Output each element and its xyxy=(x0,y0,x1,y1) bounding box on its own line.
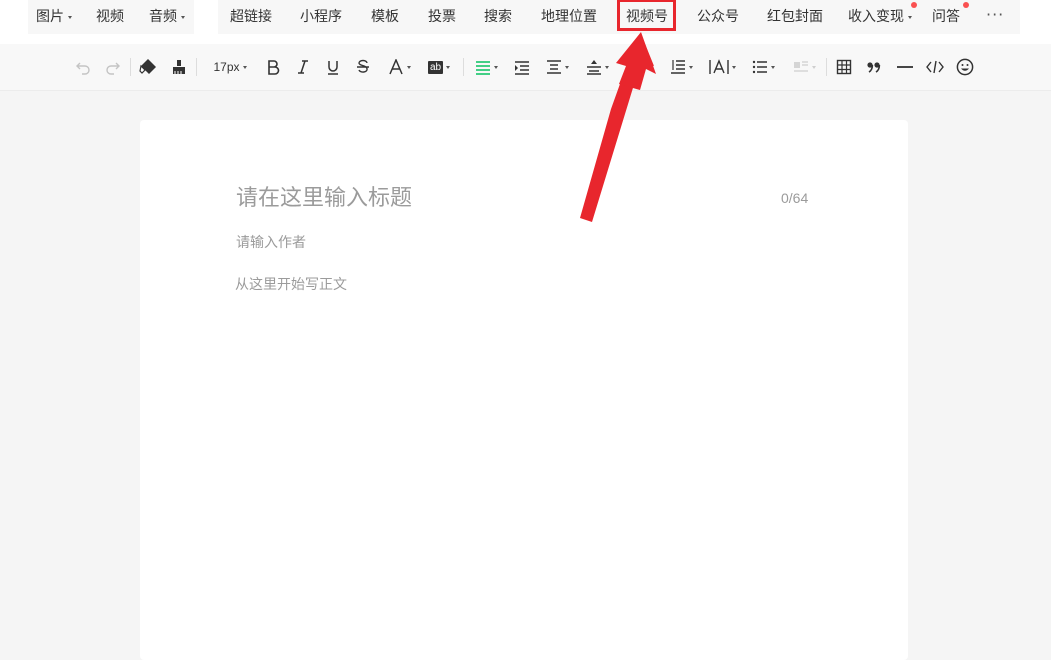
background-color-icon[interactable]: ab xyxy=(424,56,454,78)
chevron-down-icon xyxy=(731,65,736,69)
float-icon[interactable] xyxy=(789,56,819,78)
format-toolbar: 17px ab xyxy=(0,44,1051,91)
menu-location-label: 地理位置 xyxy=(541,9,597,25)
menu-hyperlink-label: 超链接 xyxy=(230,9,272,25)
menu-qa-label: 问答 xyxy=(932,9,960,25)
quote-icon[interactable] xyxy=(864,56,884,78)
menu-channels[interactable]: 视频号 xyxy=(626,0,668,34)
menu-channels-label: 视频号 xyxy=(626,9,668,25)
chevron-down-icon xyxy=(604,65,609,69)
menu-qa[interactable]: 问答 xyxy=(932,0,960,34)
qa-badge xyxy=(963,2,969,8)
chevron-down-icon xyxy=(68,16,72,19)
menu-red-packet-cover-label: 红包封面 xyxy=(767,9,823,25)
chevron-down-icon xyxy=(688,65,693,69)
italic-icon[interactable] xyxy=(294,56,312,78)
menu-audio-label: 音频 xyxy=(149,9,177,25)
table-icon[interactable] xyxy=(834,56,854,78)
menu-mini-program-label: 小程序 xyxy=(300,9,342,25)
strikethrough-icon[interactable] xyxy=(354,56,372,78)
menu-search-label: 搜索 xyxy=(484,9,512,25)
author-input[interactable]: 请输入作者 xyxy=(236,232,306,252)
menu-video[interactable]: 视频 xyxy=(96,0,124,34)
text-width-icon[interactable] xyxy=(706,56,738,78)
chevron-down-icon xyxy=(181,16,185,19)
chevron-down-icon xyxy=(646,65,651,69)
menu-template[interactable]: 模板 xyxy=(371,0,399,34)
format-brush-icon[interactable] xyxy=(170,56,188,78)
menu-monetization-label: 收入变现 xyxy=(848,9,904,25)
toolbar-divider xyxy=(826,58,827,76)
code-icon[interactable] xyxy=(924,56,946,78)
menu-search[interactable]: 搜索 xyxy=(484,0,512,34)
background-color-swatch: ab xyxy=(427,60,444,74)
list-icon[interactable] xyxy=(748,56,778,78)
chevron-down-icon xyxy=(242,65,247,69)
chevron-down-icon xyxy=(811,65,816,69)
align-icon[interactable] xyxy=(472,56,500,78)
menu-hyperlink[interactable]: 超链接 xyxy=(230,0,272,34)
undo-icon[interactable] xyxy=(74,56,92,78)
eraser-icon[interactable] xyxy=(138,56,158,78)
menu-video-label: 视频 xyxy=(96,9,124,25)
menu-template-label: 模板 xyxy=(371,9,399,25)
redo-icon[interactable] xyxy=(104,56,122,78)
divider-icon[interactable] xyxy=(894,56,916,78)
menu-image-label: 图片 xyxy=(36,9,64,25)
toolbar-divider xyxy=(463,58,464,76)
editor-card: 请在这里输入标题 0/64 请输入作者 从这里开始写正文 xyxy=(140,120,908,660)
menu-official-account[interactable]: 公众号 xyxy=(697,0,739,34)
menu-vote-label: 投票 xyxy=(428,9,456,25)
monetization-badge xyxy=(911,2,917,8)
menu-vote[interactable]: 投票 xyxy=(428,0,456,34)
insert-menu-bar: 图片 视频 音频 超链接 小程序 模板 投票 搜索 地理位置 视频号 公众号 红… xyxy=(0,0,1051,44)
menu-red-packet-cover[interactable]: 红包封面 xyxy=(767,0,823,34)
toolbar-divider xyxy=(196,58,197,76)
font-color-icon[interactable] xyxy=(386,56,412,78)
chevron-down-icon xyxy=(564,65,569,69)
chevron-down-icon xyxy=(446,65,451,69)
font-size-select[interactable]: 17px xyxy=(206,56,254,78)
bold-icon[interactable] xyxy=(264,56,282,78)
emoji-icon[interactable] xyxy=(954,56,976,78)
more-options-icon[interactable]: ··· xyxy=(986,0,1004,34)
underline-icon[interactable] xyxy=(324,56,342,78)
menu-official-account-label: 公众号 xyxy=(697,9,739,25)
menu-mini-program[interactable]: 小程序 xyxy=(300,0,342,34)
toolbar-divider xyxy=(130,58,131,76)
font-size-value: 17px xyxy=(213,60,240,74)
chevron-down-icon xyxy=(770,65,775,69)
body-editor[interactable]: 从这里开始写正文 xyxy=(235,274,347,294)
menu-image[interactable]: 图片 xyxy=(36,0,72,34)
line-height-icon[interactable] xyxy=(582,56,612,78)
paragraph-spacing-icon[interactable] xyxy=(542,56,572,78)
indent-icon[interactable] xyxy=(512,56,532,78)
line-spacing-icon[interactable] xyxy=(666,56,696,78)
chevron-down-icon xyxy=(908,16,912,19)
menu-location[interactable]: 地理位置 xyxy=(541,0,597,34)
letter-spacing-icon[interactable] xyxy=(624,56,654,78)
title-input[interactable]: 请在这里输入标题 xyxy=(236,182,756,214)
chevron-down-icon xyxy=(406,65,411,69)
chevron-down-icon xyxy=(493,65,498,69)
title-char-count: 0/64 xyxy=(781,190,809,206)
menu-audio[interactable]: 音频 xyxy=(149,0,185,34)
menu-monetization[interactable]: 收入变现 xyxy=(848,0,912,34)
